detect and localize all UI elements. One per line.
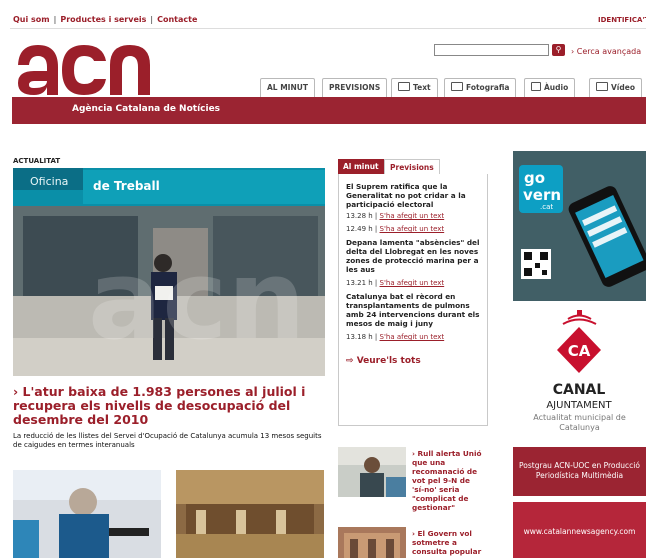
brand-bar: Agència Catalana de Notícies (12, 97, 646, 124)
top-nav: Qui som | Productes i serveis | Contacte (13, 15, 198, 24)
see-all-link[interactable]: ⇨ Veure'ls tots (346, 356, 421, 366)
hero-headline[interactable]: › L'atur baixa de 1.983 persones al juli… (13, 385, 325, 427)
svg-text:.cat: .cat (540, 203, 553, 211)
svg-text:AJUNTAMENT: AJUNTAMENT (546, 400, 612, 411)
arrow-right-icon: ⇨ (346, 356, 354, 366)
tab-fotografia[interactable]: Fotografia (444, 78, 517, 98)
brand-subtitle: Agència Catalana de Notícies (72, 104, 221, 114)
minut-meta: 12.49 h | S'ha afegit un text (346, 225, 445, 233)
video-icon (596, 82, 608, 91)
sign-text: Oficina (30, 175, 68, 188)
tab-al-minut[interactable]: AL MINUT (260, 78, 315, 98)
minut-link[interactable]: S'ha afegit un text (380, 212, 445, 220)
minut-link[interactable]: S'ha afegit un text (380, 225, 445, 233)
minut-meta: 13.28 h | S'ha afegit un text (346, 212, 445, 220)
govern-app-banner[interactable]: go vern .cat (513, 151, 646, 301)
hero-summary: La reducció de les llistes del Servei d'… (13, 432, 322, 449)
tab-video[interactable]: Vídeo (589, 78, 642, 98)
tab-audio[interactable]: Àudio (524, 78, 576, 98)
news-thumbnail[interactable] (338, 447, 406, 497)
tab-al-minut-box[interactable]: Al minut (338, 159, 384, 175)
camera-icon (451, 82, 463, 91)
search-input[interactable] (434, 44, 549, 56)
svg-text:CA: CA (568, 342, 591, 360)
text-icon (398, 82, 410, 91)
al-minut-panel: El Suprem ratifica que la Generalitat no… (338, 174, 488, 426)
postgrau-banner[interactable]: Postgrau ACN-UOC en Producció Periodísti… (513, 447, 646, 496)
tab-previsions-box[interactable]: Previsions (384, 159, 440, 175)
svg-text:CANAL: CANAL (553, 382, 606, 398)
minut-link[interactable]: S'ha afegit un text (380, 279, 445, 287)
svg-text:vern: vern (523, 186, 561, 204)
catalan-news-agency-banner[interactable]: www.catalannewsagency.com (513, 502, 646, 558)
canal-subtitle: Actualitat municipal de Catalunya (533, 413, 626, 432)
tab-text[interactable]: Text (391, 78, 438, 98)
tab-previsions[interactable]: PREVISIONS (322, 78, 388, 98)
acn-logo[interactable] (14, 43, 150, 95)
nav-qui-som[interactable]: Qui som (13, 15, 50, 24)
canal-ajuntament-banner[interactable]: CA CANAL AJUNTAMENT Actualitat municipal… (513, 307, 646, 441)
news-thumbnail[interactable] (338, 527, 406, 558)
divider (10, 28, 646, 29)
minut-meta: 13.21 h | S'ha afegit un text (346, 279, 445, 287)
news-thumbnail[interactable] (13, 470, 161, 558)
minut-link[interactable]: S'ha afegit un text (380, 333, 445, 341)
search-icon[interactable]: ⚲ (552, 44, 565, 56)
audio-icon (531, 82, 541, 91)
minut-tabs: Al minut Previsions (338, 159, 488, 175)
minut-headline[interactable]: El Suprem ratifica que la Generalitat no… (346, 182, 486, 209)
news-thumbnail[interactable] (176, 470, 324, 558)
advanced-search-link[interactable]: › Cerca avançada (571, 47, 641, 56)
svg-text:go: go (524, 169, 545, 187)
login-link[interactable]: IDENTIFICA'T (598, 16, 646, 24)
side-news-headline[interactable]: › Rull alerta Unió que una recomanació d… (412, 449, 484, 512)
watermark: acn (88, 236, 306, 364)
nav-productes[interactable]: Productes i serveis (60, 15, 146, 24)
section-label: ACTUALITAT (13, 157, 61, 165)
minut-headline[interactable]: Catalunya bat el rècord en transplantame… (346, 292, 486, 328)
minut-headline[interactable]: Depana lamenta "absències" del delta del… (346, 238, 486, 274)
nav-contacte[interactable]: Contacte (157, 15, 197, 24)
sign-text: de Treball (93, 179, 160, 193)
minut-meta: 13.18 h | S'ha afegit un text (346, 333, 445, 341)
side-news-headline[interactable]: › El Govern vol sotmetre a consulta popu… (412, 529, 484, 556)
hero-image[interactable]: Oficina de Treball acn (13, 168, 325, 376)
